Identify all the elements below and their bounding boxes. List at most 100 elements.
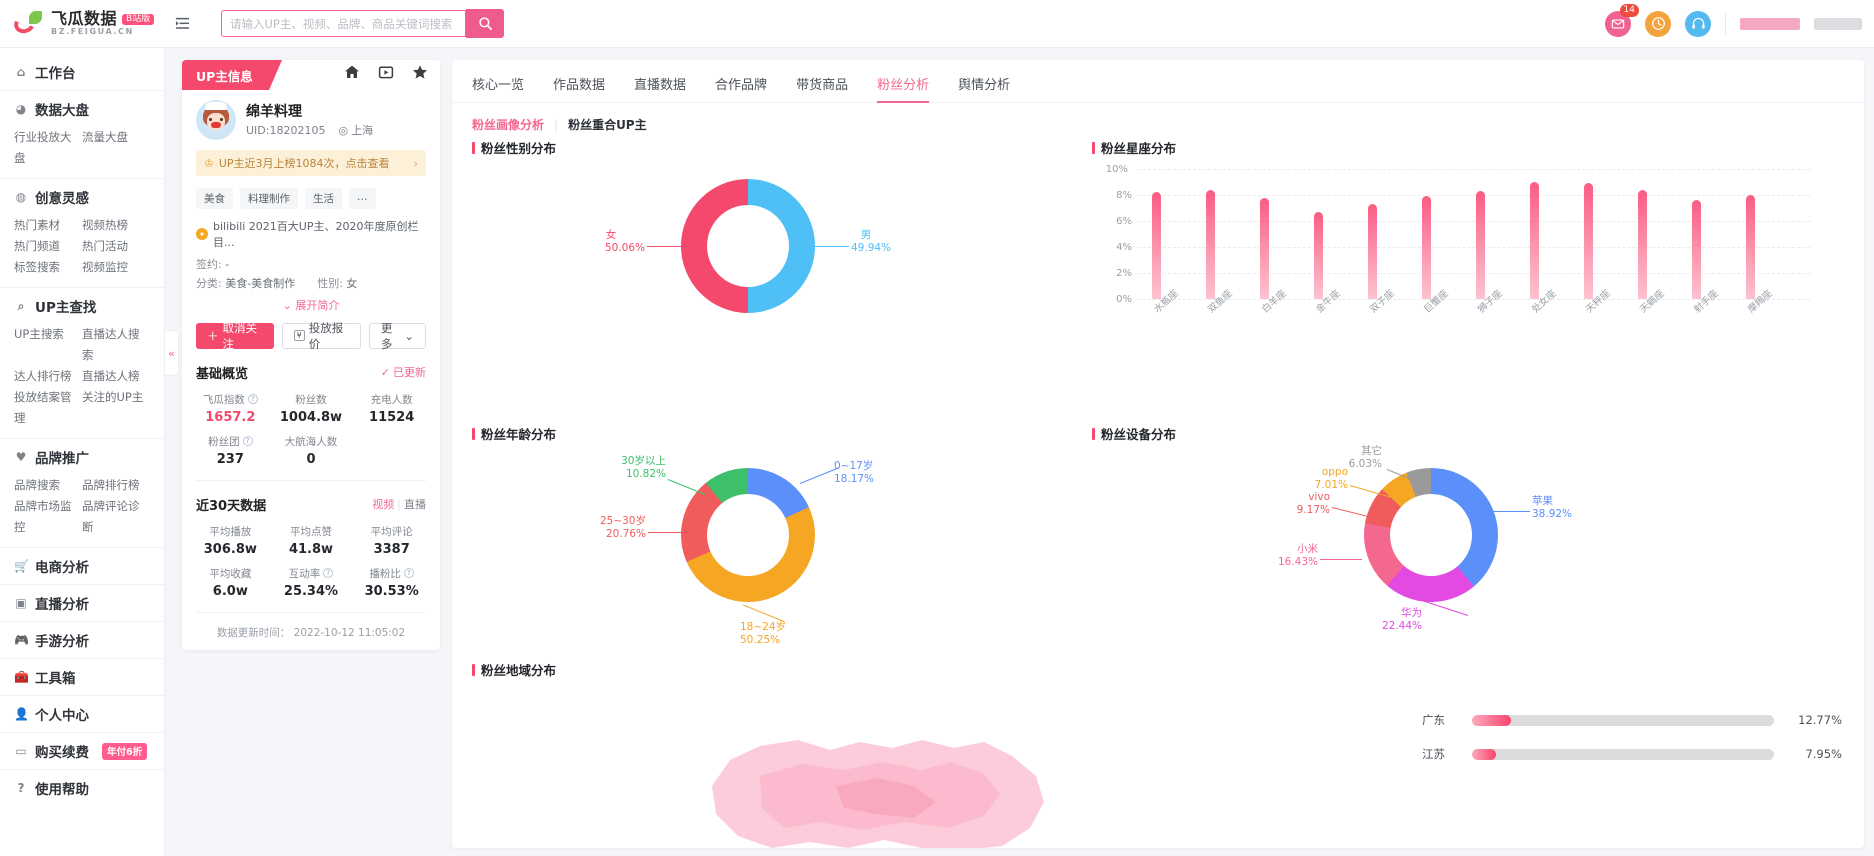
bar-item[interactable] (1638, 189, 1647, 299)
region-fill (1472, 714, 1511, 726)
updated-time: 数据更新时间： 2022-10-12 11:05:02 (182, 613, 440, 640)
updated-value: 2022-10-12 11:05:02 (293, 626, 406, 639)
bar-item[interactable] (1206, 189, 1215, 299)
help-icon[interactable]: ? (247, 394, 258, 404)
sidebar-link-industry[interactable]: 行业投放大盘 (14, 127, 82, 169)
bar-item[interactable] (1530, 182, 1539, 299)
device-label-vivo: vivo 9.17% (1296, 491, 1330, 517)
support-button[interactable] (1685, 10, 1711, 37)
sidebar-item-brand[interactable]: ♥ 品牌推广 (14, 439, 150, 475)
toggle-live[interactable]: 直播 (404, 496, 426, 512)
bar-item[interactable] (1314, 211, 1323, 299)
messages-button[interactable]: 14 (1605, 3, 1639, 37)
region-row[interactable]: 广东 12.77% (1422, 712, 1842, 728)
account-name-blurred[interactable] (1740, 17, 1800, 30)
recent-title: 近30天数据 (196, 498, 267, 514)
award-icon: ✦ (196, 228, 208, 240)
avatar[interactable] (196, 100, 236, 140)
sidebar-link-live-search[interactable]: 直播达人搜索 (82, 324, 150, 366)
more-button[interactable]: 更多 ⌄ (368, 321, 426, 351)
logo[interactable]: 飞瓜数据 B站版 BZ.FEIGUA.CN (0, 10, 165, 37)
bar-item[interactable] (1584, 183, 1593, 299)
tab-live[interactable]: 直播数据 (634, 74, 686, 102)
china-map[interactable] (592, 690, 1152, 848)
sidebar-item-ecommerce[interactable]: 🛒 电商分析 (14, 548, 150, 584)
sidebar-item-help[interactable]: ? 使用帮助 (14, 770, 150, 806)
zodiac-bar-chart[interactable]: 10% 8% 6% 4% 2% 0% 水瓶座 双鱼座 白羊座 金牛座 双子座 巨… (1092, 164, 1832, 359)
bar-item[interactable] (1368, 204, 1377, 299)
search-input[interactable] (230, 16, 457, 31)
toggle-video[interactable]: 视频 (372, 496, 394, 512)
expand-bio-button[interactable]: ⌄ 展开简介 (182, 294, 440, 313)
tab-core[interactable]: 核心一览 (472, 74, 524, 102)
search-button[interactable] (466, 9, 504, 38)
rank-banner[interactable]: ♔ UP主近3月上榜1084次，点击查看 › (196, 150, 426, 176)
subtab-fan-overlap[interactable]: 粉丝重合UP主 (568, 116, 647, 133)
menu-collapse-icon[interactable] (165, 16, 199, 31)
region-row[interactable]: 江苏 7.95% (1422, 746, 1842, 762)
chevron-left-icon: « (168, 346, 175, 360)
help-icon[interactable]: ? (403, 568, 414, 578)
bar-item[interactable] (1746, 195, 1755, 299)
sidebar-link-video-monitor[interactable]: 视频监控 (82, 257, 150, 278)
tab-fans[interactable]: 粉丝分析 (877, 74, 930, 103)
sidebar-link-video-rank[interactable]: 视频热榜 (82, 215, 150, 236)
help-icon[interactable]: ? (242, 436, 253, 446)
sidebar-item-live[interactable]: ▣ 直播分析 (14, 585, 150, 621)
metric-value: 237 (216, 451, 244, 467)
sidebar-link-up-search[interactable]: UP主搜索 (14, 324, 82, 366)
star-icon[interactable] (412, 64, 428, 84)
bar-item[interactable] (1692, 200, 1701, 299)
logo-badge: B站版 (122, 13, 155, 26)
tag-item[interactable]: 美食 (196, 188, 233, 209)
bar-item[interactable] (1422, 196, 1431, 299)
cart-icon: 🛒 (14, 559, 29, 573)
sidebar-item-game[interactable]: 🎮 手游分析 (14, 622, 150, 658)
sidebar-link-live-rank[interactable]: 直播达人榜 (82, 366, 150, 387)
sidebar-link-hot-activity[interactable]: 热门活动 (82, 236, 150, 257)
sidebar-link-brand-rank[interactable]: 品牌排行榜 (82, 475, 150, 496)
quote-button[interactable]: ¥ 投放报价 (281, 321, 361, 351)
help-icon: ? (17, 781, 25, 795)
bar-item[interactable] (1260, 197, 1269, 299)
sidebar-item-purchase[interactable]: ▭ 购买续费 年付6折 (14, 733, 150, 769)
search-box[interactable] (221, 10, 466, 37)
unfollow-button[interactable]: ＋ 取消关注 (196, 321, 274, 351)
home-icon[interactable] (344, 64, 360, 84)
sidebar-link-talent-rank[interactable]: 达人排行榜 (14, 366, 82, 387)
y-tick-label: 10% (1105, 164, 1128, 175)
sidebar-link-traffic[interactable]: 流量大盘 (82, 127, 150, 169)
tag-more[interactable]: … (349, 188, 376, 209)
bar-item[interactable] (1152, 192, 1161, 299)
sidebar-item-profile[interactable]: 👤 个人中心 (14, 696, 150, 732)
sidebar-item-up-search[interactable]: ⌕ UP主查找 (14, 288, 150, 324)
sidebar-collapse-handle[interactable]: « (165, 330, 179, 376)
sidebar-item-workbench[interactable]: ⌂ 工作台 (14, 54, 150, 90)
sidebar-item-inspiration[interactable]: ◍ 创意灵感 (14, 179, 150, 215)
tab-brands[interactable]: 合作品牌 (715, 74, 767, 102)
region-track (1472, 748, 1774, 760)
tag-item[interactable]: 料理制作 (240, 188, 298, 209)
sidebar-item-toolbox[interactable]: 🧰 工具箱 (14, 659, 150, 695)
sidebar-link-hot-channel[interactable]: 热门频道 (14, 236, 82, 257)
sidebar-link-hot-material[interactable]: 热门素材 (14, 215, 82, 236)
tab-products[interactable]: 带货商品 (796, 74, 848, 102)
updated-label: 数据更新时间： (216, 626, 291, 639)
account-meta-blurred (1814, 17, 1862, 30)
sidebar-link-campaign-manage[interactable]: 投放结案管理 (14, 387, 82, 429)
sidebar-item-data-overview[interactable]: ◕ 数据大盘 (14, 91, 150, 127)
subtab-fan-portrait[interactable]: 粉丝画像分析 (472, 116, 544, 133)
help-icon[interactable]: ? (323, 568, 334, 578)
tab-sentiment[interactable]: 舆情分析 (958, 74, 1010, 102)
tag-item[interactable]: 生活 (305, 188, 342, 209)
leader-line-18-24 (743, 604, 785, 622)
sidebar-link-brand-monitor[interactable]: 品牌市场监控 (14, 496, 82, 538)
tab-works[interactable]: 作品数据 (553, 74, 605, 102)
history-button[interactable] (1645, 10, 1671, 37)
sidebar-link-brand-comment[interactable]: 品牌评论诊断 (82, 496, 150, 538)
video-icon[interactable] (378, 64, 394, 84)
sidebar-link-brand-search[interactable]: 品牌搜索 (14, 475, 82, 496)
sidebar-link-tag-search[interactable]: 标签搜索 (14, 257, 82, 278)
sidebar-link-followed-up[interactable]: 关注的UP主 (82, 387, 150, 429)
bar-item[interactable] (1476, 191, 1485, 299)
